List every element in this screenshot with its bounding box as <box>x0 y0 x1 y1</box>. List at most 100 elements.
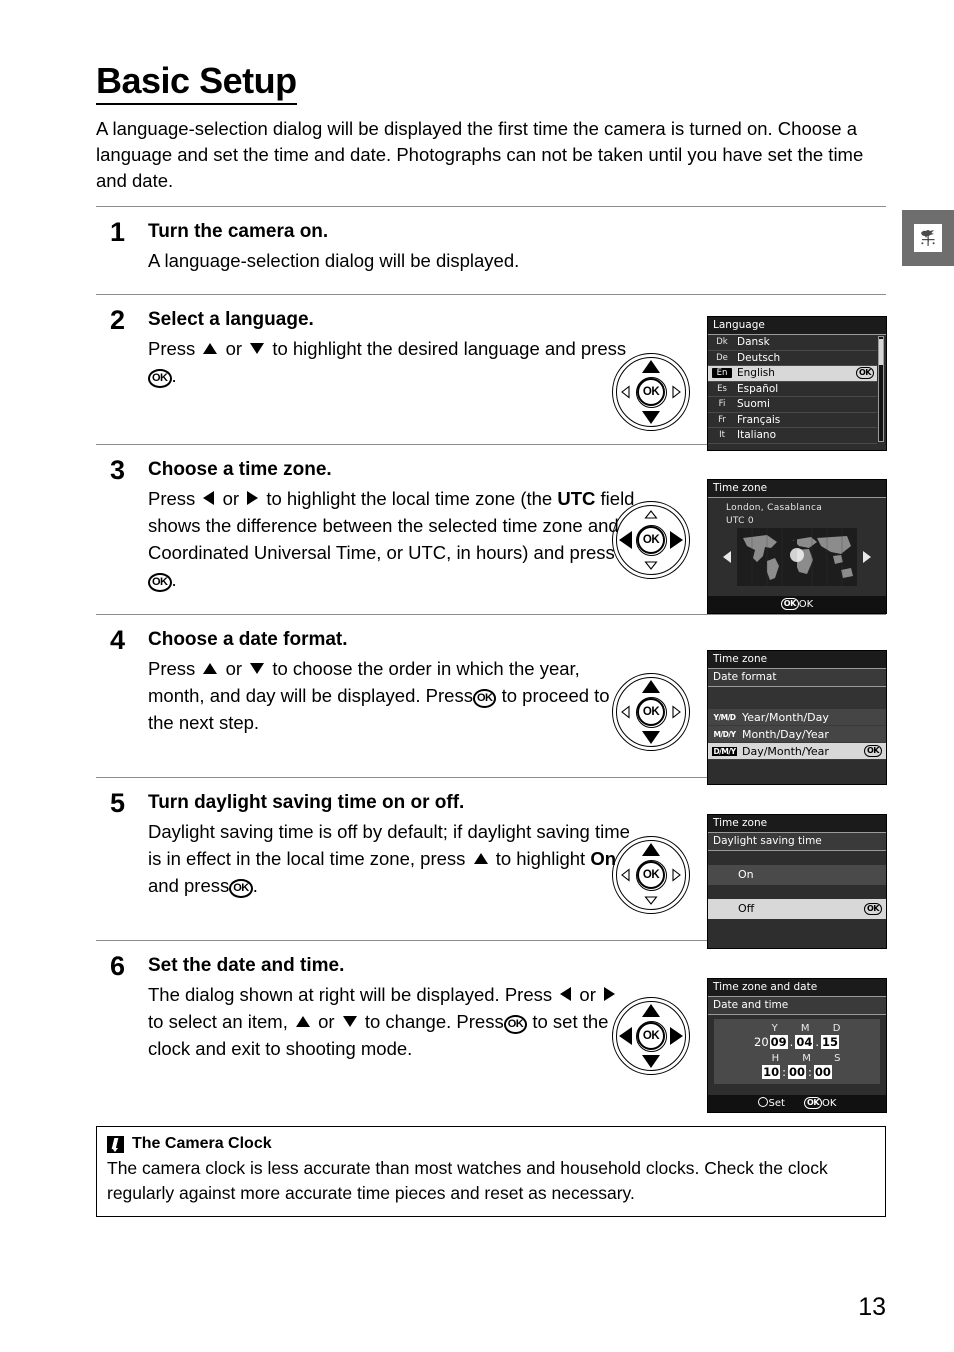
list-item[interactable]: M/D/Y Month/Day/Year <box>708 726 886 743</box>
step-heading: Choose a date format. <box>148 629 348 650</box>
screen-subtitle: Date format <box>708 669 886 687</box>
list-item[interactable]: On <box>708 865 886 885</box>
screen-title: Time zone and date <box>708 979 886 997</box>
language-list: Dk Dansk De Deutsch En English OK Es Esp… <box>708 335 886 444</box>
left-arrow-icon <box>560 987 572 1001</box>
time-field-labels: H M S <box>771 1053 851 1064</box>
dial-right-arrow-icon <box>670 1027 683 1045</box>
dial-ok-button: OK <box>635 696 667 728</box>
step-text-part: Press <box>148 338 196 359</box>
step-text-part: to highlight the desired language and pr… <box>272 338 627 359</box>
step-text-part: and press <box>148 875 230 896</box>
right-arrow-icon <box>247 491 259 505</box>
day-field[interactable]: 15 <box>820 1035 839 1049</box>
language-code: En <box>712 368 732 379</box>
step-text-part: to select an item, <box>148 1011 288 1032</box>
minute-field[interactable]: 00 <box>787 1065 806 1079</box>
dial-right-arrow-icon <box>672 868 681 882</box>
screen-title: Time zone <box>708 480 886 498</box>
ok-badge: OK <box>856 367 874 380</box>
list-item[interactable]: De Deutsch <box>708 351 877 366</box>
language-code: Dk <box>716 337 728 348</box>
step-text-part: or <box>225 338 243 359</box>
dial-ok-button: OK <box>635 1020 667 1052</box>
language-label: Suomi <box>737 398 770 411</box>
dial-left-arrow-icon <box>621 385 630 399</box>
screen-subtitle: Daylight saving time <box>708 833 886 851</box>
step-text-part: or <box>318 1011 335 1032</box>
ok-button-icon: OK <box>472 689 497 708</box>
down-arrow-icon <box>250 663 265 674</box>
language-code: De <box>716 352 728 363</box>
note-text: The camera clock is less accurate than m… <box>107 1158 828 1203</box>
format-code: D/M/Y <box>712 746 737 756</box>
language-label: Español <box>737 382 779 395</box>
note-heading: The Camera Clock <box>132 1135 272 1152</box>
step-heading: Choose a time zone. <box>148 459 332 480</box>
dial-down-arrow-icon <box>644 896 658 905</box>
step-text: A language-selection dialog will be disp… <box>148 250 520 271</box>
step-number: 5 <box>110 788 126 818</box>
language-label: Deutsch <box>737 351 781 364</box>
list-item[interactable]: Y/M/D Year/Month/Day <box>708 709 886 726</box>
step-text: Press or to highlight the local time zon… <box>148 485 636 593</box>
date-field-labels: Y M D <box>771 1023 851 1034</box>
step-text-part: . <box>171 569 177 590</box>
scrollbar[interactable] <box>878 336 884 442</box>
ok-button-icon: OK <box>503 1015 528 1034</box>
dial-down-arrow-icon <box>642 731 660 744</box>
language-label: Dansk <box>737 336 770 349</box>
list-item[interactable]: Es Español <box>708 382 877 397</box>
scrollbar-thumb[interactable] <box>879 339 883 365</box>
step-heading: Select a language. <box>148 309 314 330</box>
ok-chip-icon: OK <box>804 1097 823 1109</box>
year-field[interactable]: 09 <box>769 1035 788 1049</box>
dial-right-arrow-icon <box>670 531 683 549</box>
world-map[interactable] <box>723 528 871 586</box>
format-code: M/D/Y <box>713 729 736 739</box>
up-arrow-icon <box>295 1016 310 1027</box>
multi-selector-dial: OK <box>612 501 690 579</box>
dial-up-arrow-icon <box>644 510 658 519</box>
up-arrow-icon <box>473 853 488 864</box>
datetime-panel: Y M D 20 09. 04. 15 H M S 10:00:00 <box>714 1019 880 1084</box>
list-item-selected[interactable]: En English OK <box>708 366 877 382</box>
step-heading: Turn the camera on. <box>148 221 329 242</box>
second-field[interactable]: 00 <box>813 1065 832 1079</box>
map-right-arrow-icon[interactable] <box>863 551 871 563</box>
language-code: Es <box>717 383 727 394</box>
multi-selector-dial: OK <box>612 836 690 914</box>
step-text: The dialog shown at right will be displa… <box>148 981 636 1062</box>
ok-button-icon: OK <box>148 369 172 388</box>
step-1: 1 Turn the camera on. A language-selecti… <box>96 206 886 294</box>
ok-chip-icon: OK <box>780 598 799 610</box>
list-item-selected[interactable]: Off OK <box>708 899 886 919</box>
ok-button-icon: OK <box>229 879 253 898</box>
list-item[interactable]: Fr Français <box>708 413 877 428</box>
format-label: Day/Month/Year <box>742 744 829 758</box>
month-field[interactable]: 04 <box>795 1035 814 1049</box>
timezone-utc: UTC 0 <box>726 516 754 526</box>
list-item-selected[interactable]: D/M/Y Day/Month/Year OK <box>708 743 886 760</box>
step-number: 1 <box>110 217 126 247</box>
language-label: English <box>737 367 775 380</box>
step-text: Press or to highlight the desired langua… <box>148 335 636 389</box>
datetime-screen: Time zone and date Date and time Y M D 2… <box>707 978 887 1113</box>
footer-set-label: Set <box>768 1098 785 1109</box>
hour-field[interactable]: 10 <box>762 1065 781 1079</box>
step-number: 3 <box>110 455 126 485</box>
list-item[interactable]: Dk Dansk <box>708 335 877 351</box>
dst-option-label: Off <box>738 902 755 915</box>
list-item[interactable]: It Italiano <box>708 428 877 444</box>
map-left-arrow-icon[interactable] <box>723 551 731 563</box>
footer-ok-label: OK <box>822 1098 837 1109</box>
pencil-icon <box>107 1135 124 1153</box>
ok-button-icon: OK <box>148 573 172 592</box>
note-heading-row: The Camera Clock <box>107 1135 875 1153</box>
side-tab <box>902 210 954 266</box>
page-title-wrap: Basic Setup <box>96 62 297 105</box>
step-text-bold: UTC <box>557 488 596 509</box>
list-item[interactable]: Fi Suomi <box>708 397 877 413</box>
